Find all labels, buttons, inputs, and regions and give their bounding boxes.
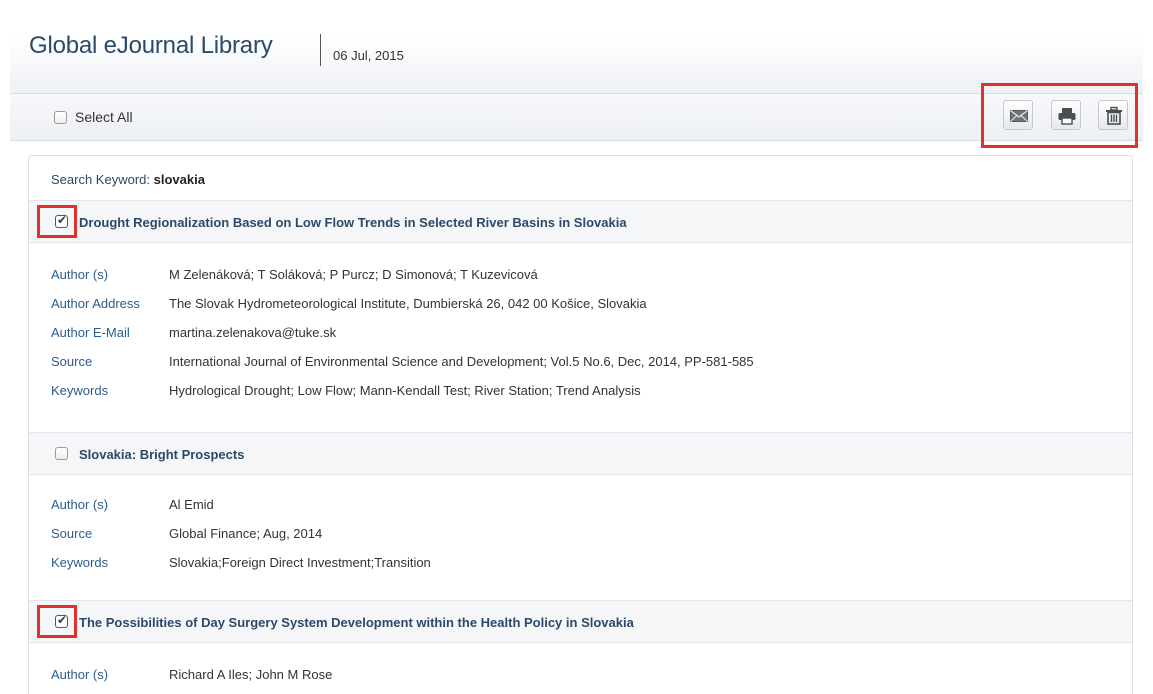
page-title: Global eJournal Library: [29, 32, 273, 59]
field-label: Author E-Mail: [51, 325, 130, 340]
record-details: Author (s) M Zelenáková; T Soláková; P P…: [29, 243, 1132, 433]
record-checkbox[interactable]: [55, 613, 68, 628]
record-title-row: Slovakia: Bright Prospects: [29, 433, 1132, 475]
page-header: Global eJournal Library 06 Jul, 2015: [10, 10, 1143, 93]
field-value: Hydrological Drought; Low Flow; Mann-Ken…: [169, 383, 641, 398]
record-title-link[interactable]: Slovakia: Bright Prospects: [79, 447, 244, 462]
select-all-label: Select All: [75, 109, 133, 125]
search-keyword-value: slovakia: [153, 172, 205, 187]
field-label: Source: [51, 526, 93, 541]
search-keyword-label: Search Keyword:: [51, 172, 150, 187]
select-all[interactable]: Select All: [54, 109, 133, 125]
record-details: Author (s) Richard A Iles; John M Rose: [29, 643, 1132, 694]
field-label: Keywords: [51, 555, 109, 570]
field-label: Author (s): [51, 497, 109, 512]
field-value: The Slovak Hydrometeorological Institute…: [169, 296, 647, 311]
field-label: Author (s): [51, 267, 109, 282]
field-label: Author (s): [51, 667, 109, 682]
field-value: M Zelenáková; T Soláková; P Purcz; D Sim…: [169, 267, 538, 282]
trash-icon: [1106, 106, 1122, 125]
results-panel: Search Keyword: slovakia Drought Regiona…: [28, 155, 1133, 694]
field-value: Al Emid: [169, 497, 214, 512]
envelope-icon: [1010, 110, 1028, 122]
record-checkbox[interactable]: [55, 447, 68, 460]
field-value: Richard A Iles; John M Rose: [169, 667, 333, 682]
field-value: martina.zelenakova@tuke.sk: [169, 325, 337, 340]
select-all-checkbox[interactable]: [54, 110, 67, 124]
record-title-link[interactable]: The Possibilities of Day Surgery System …: [79, 615, 634, 630]
print-button[interactable]: [1051, 100, 1081, 130]
record-details: Author (s) Al Emid Source Global Finance…: [29, 475, 1132, 601]
record-title-link[interactable]: Drought Regionalization Based on Low Flo…: [79, 215, 627, 230]
field-value: Global Finance; Aug, 2014: [169, 526, 323, 541]
field-label: Author Address: [51, 296, 140, 311]
field-value: Slovakia;Foreign Direct Investment;Trans…: [169, 555, 431, 570]
header-date: 06 Jul, 2015: [333, 48, 404, 63]
search-keyword-row: Search Keyword: slovakia: [29, 156, 1132, 201]
field-value: International Journal of Environmental S…: [169, 354, 754, 369]
record-title-row: Drought Regionalization Based on Low Flo…: [29, 201, 1132, 243]
printer-icon: [1058, 108, 1076, 125]
title-divider: [320, 34, 321, 66]
record-checkbox[interactable]: [55, 213, 68, 228]
delete-button[interactable]: [1098, 100, 1128, 130]
results-toolbar: Select All: [10, 93, 1143, 141]
email-button[interactable]: [1003, 100, 1033, 130]
record-title-row: The Possibilities of Day Surgery System …: [29, 601, 1132, 643]
field-label: Keywords: [51, 383, 109, 398]
field-label: Source: [51, 354, 93, 369]
